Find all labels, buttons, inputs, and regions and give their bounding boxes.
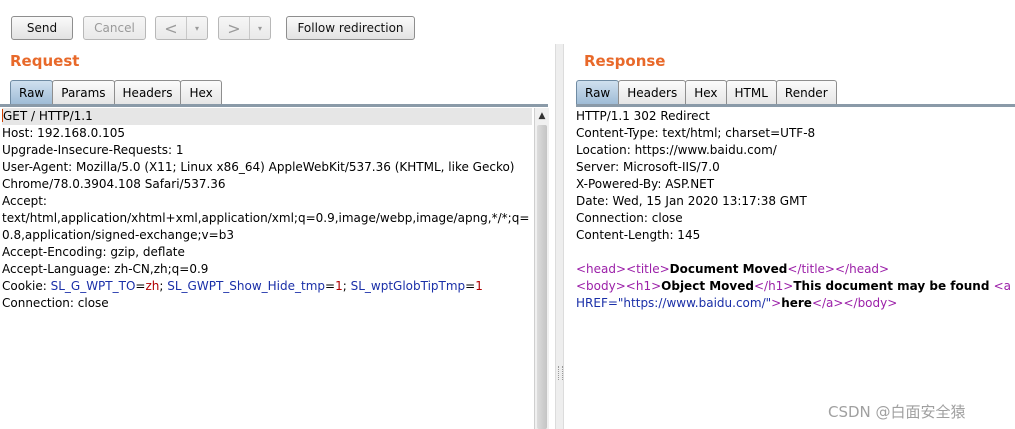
- response-body-line: <body><h1>Object Moved</h1>This document…: [576, 279, 1012, 293]
- request-line: text/html,application/xhtml+xml,applicat…: [2, 211, 530, 225]
- send-button[interactable]: Send: [11, 16, 73, 40]
- request-line: User-Agent: Mozilla/5.0 (X11; Linux x86_…: [2, 160, 515, 174]
- response-tab-headers[interactable]: Headers: [618, 80, 687, 104]
- request-tab-raw[interactable]: Raw: [10, 80, 54, 104]
- request-line: Connection: close: [2, 296, 109, 310]
- follow-redirection-button[interactable]: Follow redirection: [286, 16, 415, 40]
- csdn-watermark: CSDN @白面安全猿: [828, 403, 966, 421]
- response-line: Connection: close: [576, 211, 683, 225]
- response-line: Server: Microsoft-IIS/7.0: [576, 160, 720, 174]
- response-editor[interactable]: HTTP/1.1 302 Redirect Content-Type: text…: [576, 108, 1012, 312]
- back-button-group[interactable]: < ▾: [155, 16, 208, 40]
- response-line: Location: https://www.baidu.com/: [576, 143, 777, 157]
- request-scrollbar[interactable]: ▲: [534, 108, 549, 429]
- pane-splitter[interactable]: [555, 44, 564, 429]
- scroll-up-arrow-icon[interactable]: ▲: [535, 108, 549, 124]
- cookie-value: 1: [335, 279, 343, 293]
- request-editor[interactable]: GET / HTTP/1.1 Host: 192.168.0.105 Upgra…: [2, 108, 532, 312]
- response-line: Content-Length: 145: [576, 228, 701, 242]
- request-line: Accept-Encoding: gzip, deflate: [2, 245, 185, 259]
- response-line: Content-Type: text/html; charset=UTF-8: [576, 126, 816, 140]
- request-line: 0.8,application/signed-exchange;v=b3: [2, 228, 234, 242]
- response-title: Response: [584, 52, 666, 70]
- cookie-value: 1: [475, 279, 483, 293]
- response-line: X-Powered-By: ASP.NET: [576, 177, 715, 191]
- request-line: Chrome/78.0.3904.108 Safari/537.36: [2, 177, 226, 191]
- scroll-thumb[interactable]: [537, 125, 547, 429]
- request-tab-hex[interactable]: Hex: [180, 80, 222, 104]
- cookie-name: SL_GWPT_Show_Hide_tmp: [167, 279, 326, 293]
- request-tab-headers[interactable]: Headers: [113, 80, 182, 104]
- response-tab-render[interactable]: Render: [775, 80, 837, 104]
- request-line: Accept:: [2, 194, 47, 208]
- response-tab-underline: [576, 104, 1015, 107]
- request-line: Upgrade-Insecure-Requests: 1: [2, 143, 184, 157]
- forward-button-group[interactable]: > ▾: [218, 16, 271, 40]
- request-title: Request: [10, 52, 80, 70]
- request-tab-underline: [0, 104, 548, 107]
- request-tab-params[interactable]: Params: [52, 80, 115, 104]
- request-tabs: Raw Params Headers Hex: [10, 80, 222, 104]
- forward-history-dropdown-icon[interactable]: ▾: [249, 17, 270, 39]
- forward-arrow-icon[interactable]: >: [219, 17, 249, 39]
- response-body-line: <head><title>Document Moved</title></hea…: [576, 262, 890, 276]
- response-tab-raw[interactable]: Raw: [576, 80, 620, 104]
- splitter-grip-icon[interactable]: [558, 366, 563, 380]
- cookie-value: zh: [145, 279, 160, 293]
- response-tab-hex[interactable]: Hex: [685, 80, 727, 104]
- cookie-name: SL_G_WPT_TO: [50, 279, 136, 293]
- response-line: Date: Wed, 15 Jan 2020 13:17:38 GMT: [576, 194, 807, 208]
- back-arrow-icon[interactable]: <: [156, 17, 186, 39]
- toolbar: Send Cancel < ▾ > ▾ Follow redirection: [0, 0, 1015, 44]
- request-line: GET / HTTP/1.1: [2, 108, 532, 125]
- response-line: HTTP/1.1 302 Redirect: [576, 109, 710, 123]
- back-history-dropdown-icon[interactable]: ▾: [186, 17, 207, 39]
- cookie-line: Cookie: SL_G_WPT_TO=zh; SL_GWPT_Show_Hid…: [2, 279, 483, 293]
- response-tabs: Raw Headers Hex HTML Render: [576, 80, 837, 104]
- response-body-line: HREF="https://www.baidu.com/">here</a></…: [576, 296, 898, 310]
- cancel-button[interactable]: Cancel: [83, 16, 146, 40]
- request-line: Host: 192.168.0.105: [2, 126, 125, 140]
- cookie-name: SL_wptGlobTipTmp: [350, 279, 466, 293]
- request-line: Accept-Language: zh-CN,zh;q=0.9: [2, 262, 209, 276]
- response-tab-html[interactable]: HTML: [725, 80, 777, 104]
